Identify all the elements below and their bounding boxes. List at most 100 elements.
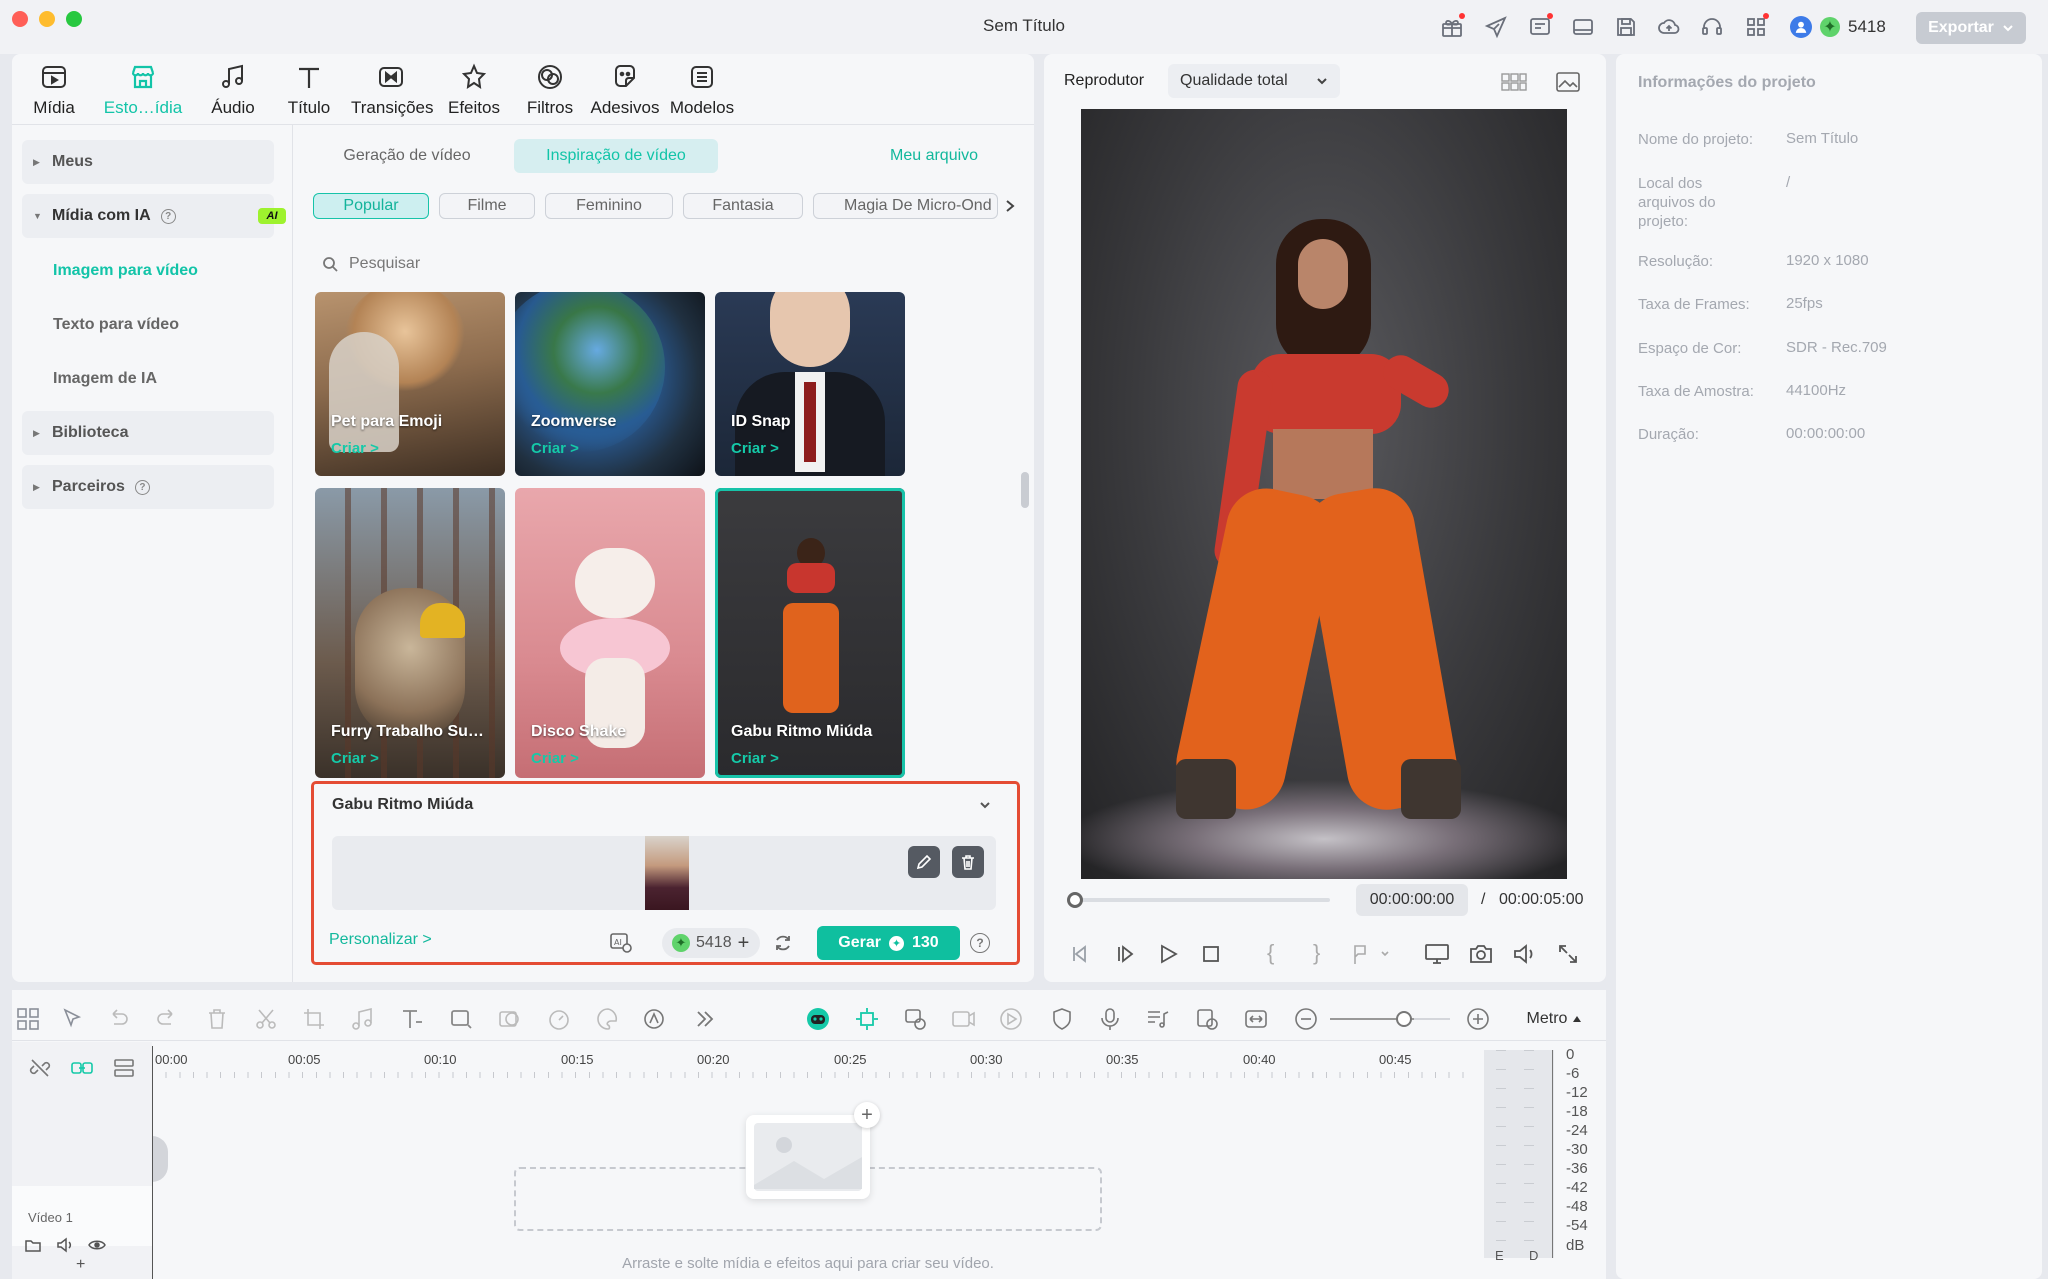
select-pointer-icon[interactable] [60,1006,86,1032]
folder-lock-icon[interactable] [24,1236,42,1254]
tab-stickers[interactable]: Adesivos [585,62,665,118]
layout-grid-icon[interactable] [15,1006,41,1032]
help-icon[interactable]: ? [134,479,150,495]
link-clips-icon[interactable] [70,1056,94,1080]
zoom-in-icon[interactable] [1465,1006,1491,1032]
play-icon[interactable] [1156,942,1180,966]
card-create-link[interactable]: Criar > [731,750,779,767]
mark-in-icon[interactable]: { [1267,940,1274,966]
chevron-down-icon[interactable] [978,798,992,812]
my-file-link[interactable]: Meu arquivo [890,147,978,165]
user-avatar[interactable] [1790,16,1812,38]
template-card[interactable]: Furry Trabalho Su… Criar > [315,488,505,778]
zoom-slider-track-rest[interactable] [1414,1018,1450,1020]
tab-video-inspiration[interactable]: Inspiração de vídeo [514,139,718,173]
chip-microwave-magic[interactable]: Magia De Micro-Ond [813,193,998,219]
ai-tools-icon[interactable] [642,1006,668,1032]
export-button[interactable]: Exportar [1916,12,2026,44]
grid-view-icon[interactable] [1500,70,1528,94]
track-settings-icon[interactable] [112,1056,136,1080]
customize-link[interactable]: Personalizar > [329,931,432,949]
template-card[interactable]: Zoomverse Criar > [515,292,705,476]
refresh-icon[interactable] [772,932,794,954]
motion-tracking-icon[interactable] [902,1006,928,1032]
help-icon[interactable]: ? [160,208,176,224]
more-tools-icon[interactable] [692,1006,718,1032]
camera-icon[interactable] [1468,942,1494,966]
credits-display[interactable]: ✦ 5418 [1790,12,1886,42]
quality-select[interactable]: Qualidade total [1168,64,1340,98]
zoom-slider-handle[interactable] [1396,1011,1412,1027]
layout-icon[interactable] [1571,15,1595,39]
rectangle-icon[interactable] [448,1006,474,1032]
template-card[interactable]: ID Snap Criar > [715,292,905,476]
card-create-link[interactable]: Criar > [531,750,579,767]
scrollbar-thumb[interactable] [1021,472,1029,508]
card-create-link[interactable]: Criar > [331,750,379,767]
track-volume-icon[interactable] [56,1236,74,1254]
preview-clip-icon[interactable] [1194,1006,1220,1032]
chip-fantasy[interactable]: Fantasia [683,193,803,219]
sidebar-item-library[interactable]: ▶ Biblioteca [22,411,274,455]
ai-copilot-icon[interactable] [805,1006,831,1032]
previous-frame-icon[interactable] [1068,942,1092,966]
speed-icon[interactable] [546,1006,572,1032]
audio-list-icon[interactable] [1145,1006,1171,1032]
upload-image-area[interactable] [332,836,996,910]
ai-settings-icon[interactable]: AI [609,930,633,954]
tab-stock-media[interactable]: Esto…ídia [103,62,183,118]
sidebar-item-partners[interactable]: ▶ Parceiros ? [22,465,274,509]
timeline-playhead[interactable] [152,1046,153,1279]
headset-icon[interactable] [1700,15,1724,39]
add-track-icon[interactable]: + [76,1256,85,1274]
chip-film[interactable]: Filme [439,193,535,219]
chip-popular[interactable]: Popular [313,193,429,219]
trash-icon[interactable] [204,1006,230,1032]
help-icon[interactable]: ? [970,933,990,953]
card-create-link[interactable]: Criar > [531,440,579,457]
text-icon[interactable] [399,1006,425,1032]
add-media-icon[interactable]: + [854,1102,880,1128]
chevron-right-icon[interactable] [998,193,1022,219]
eye-icon[interactable] [88,1236,106,1254]
tab-transitions[interactable]: Transições [351,62,434,118]
undo-icon[interactable] [105,1006,131,1032]
stop-icon[interactable] [1199,942,1223,966]
gift-icon[interactable] [1440,13,1465,39]
chip-feminine[interactable]: Feminino [545,193,673,219]
tab-video-generation[interactable]: Geração de vídeo [322,139,492,173]
playback-progress-handle[interactable] [1067,892,1083,908]
search-input[interactable]: Pesquisar [349,255,420,273]
mask-icon[interactable] [497,1006,523,1032]
sidebar-item-meus[interactable]: ▶ Meus [22,140,274,184]
meter-toggle[interactable]: Metro [1510,1003,1598,1035]
sidebar-item-text-to-video[interactable]: Texto para vídeo [53,316,179,334]
tab-filters[interactable]: Filtros [510,62,590,118]
display-icon[interactable] [1424,942,1450,966]
crop-icon[interactable] [301,1006,327,1032]
credits-balance[interactable]: ✦ 5418 + [662,928,760,958]
color-palette-icon[interactable] [595,1006,621,1032]
tab-audio[interactable]: Áudio [193,62,273,118]
scissors-icon[interactable] [253,1006,279,1032]
playback-progress-track[interactable] [1074,898,1330,902]
edit-button[interactable] [908,846,940,878]
current-time-field[interactable]: 00:00:00:00 [1356,884,1468,916]
redo-icon[interactable] [154,1006,180,1032]
shield-icon[interactable] [1049,1006,1075,1032]
microphone-icon[interactable] [1097,1006,1123,1032]
mark-out-icon[interactable]: } [1313,940,1320,966]
sidebar-item-ai-image[interactable]: Imagem de IA [53,370,157,388]
card-create-link[interactable]: Criar > [331,440,379,457]
save-icon[interactable] [1614,15,1638,39]
play-circle-icon[interactable] [998,1006,1024,1032]
tab-effects[interactable]: Efeitos [434,62,514,118]
marker-dropdown-icon[interactable] [1352,942,1392,966]
template-card[interactable]: Pet para Emoji Criar > [315,292,505,476]
next-frame-icon[interactable] [1112,942,1136,966]
delete-button[interactable] [952,846,984,878]
fit-timeline-icon[interactable] [1243,1006,1269,1032]
image-view-icon[interactable] [1554,70,1582,94]
zoom-out-icon[interactable] [1293,1006,1319,1032]
send-icon[interactable] [1484,15,1508,39]
